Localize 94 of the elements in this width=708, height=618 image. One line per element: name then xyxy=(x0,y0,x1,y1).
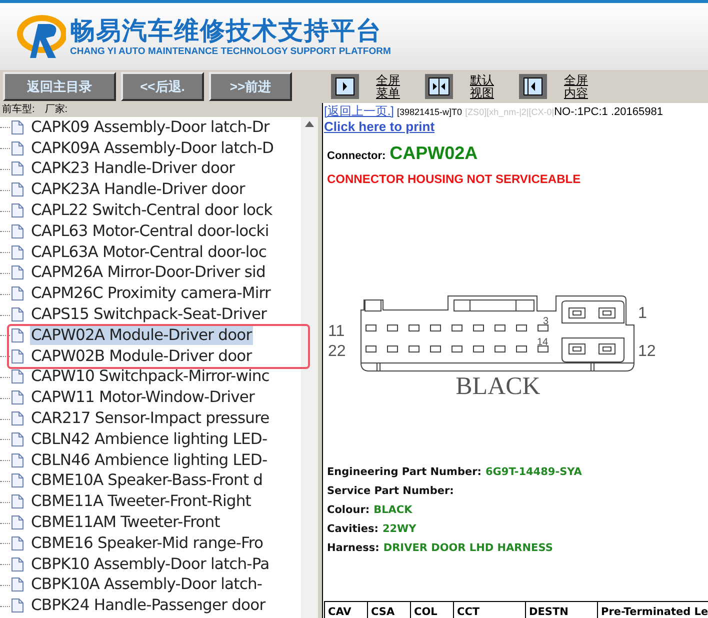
document-icon xyxy=(11,515,24,530)
document-icon xyxy=(11,598,24,614)
tree-item[interactable]: CAPK09 Assembly-Door latch-Dr xyxy=(30,118,270,137)
tree-item[interactable]: CBME16 Speaker-Mid range-Fro xyxy=(30,534,264,553)
pin-number: 12 xyxy=(638,343,656,360)
field-value: BLACK xyxy=(374,503,412,518)
panel-right-icon[interactable] xyxy=(330,73,360,100)
print-link[interactable]: Click here to print xyxy=(324,119,435,134)
column-header: Pre-Terminated Le xyxy=(598,602,708,618)
pin-number: 22 xyxy=(328,343,346,360)
tree-item[interactable]: CAPW10 Switchpack-Mirror-winc xyxy=(30,367,270,386)
platform-subtitle: CHANG YI AUTO MAINTENANCE TECHNOLOGY SUPPORT PLATFORM xyxy=(70,46,391,58)
column-header: COL xyxy=(411,602,454,618)
document-icon xyxy=(11,203,24,218)
document-icon xyxy=(11,556,24,572)
document-icon xyxy=(11,286,24,302)
document-icon xyxy=(11,182,24,198)
column-header: CAV xyxy=(325,602,368,618)
pin-number: 1 xyxy=(638,305,647,322)
connector-id: CAPW02A xyxy=(390,142,478,165)
document-icon xyxy=(11,369,24,384)
document-icon xyxy=(11,390,24,406)
field-value: 6G9T-14489-SYA xyxy=(485,465,582,480)
tree-item[interactable]: CAPL63 Motor-Central door-locki xyxy=(30,222,270,241)
tree-item[interactable]: CAPL63A Motor-Central door-loc xyxy=(30,242,268,262)
tree-item[interactable]: CBLN46 Ambience lighting LED- xyxy=(30,450,268,470)
tree-item[interactable]: CBME11A Tweeter-Front-Right xyxy=(30,492,252,512)
pin-number: 11 xyxy=(328,323,345,340)
connector-label: Connector: xyxy=(327,149,386,164)
view-toggle-link[interactable]: 全屏 内容 xyxy=(564,74,598,100)
field-label: Cavities: xyxy=(327,522,378,537)
tree-item[interactable]: CAPK09A Assembly-Door latch-D xyxy=(30,138,275,158)
tree-item[interactable]: CBLN42 Ambience lighting LED- xyxy=(30,430,268,449)
platform-title: 畅易汽车维修技术支持平台 xyxy=(70,16,383,46)
document-icon xyxy=(11,161,24,176)
column-header: CSA xyxy=(368,602,411,618)
field-value: 22WY xyxy=(382,522,416,537)
tree-item[interactable]: CAPL22 Switch-Central door lock xyxy=(30,201,274,220)
document-icon xyxy=(11,244,24,260)
pin-number: 3 xyxy=(543,316,549,327)
session-code: NO-:1PC:1 .20165981 xyxy=(554,105,663,120)
tree-item[interactable]: CAPW02A Module-Driver door xyxy=(30,326,253,345)
field-value: DRIVER DOOR LHD HARNESS xyxy=(383,541,553,556)
document-icon xyxy=(11,348,24,364)
document-icon xyxy=(11,307,24,322)
column-header: CCT xyxy=(454,602,526,618)
tree-item[interactable]: CAPK23 Handle-Driver door xyxy=(30,159,236,178)
back-link[interactable]: [返回上一页.] xyxy=(324,103,394,119)
column-header: DESTN xyxy=(526,602,598,618)
view-toggle-link[interactable]: 默认 视图 xyxy=(470,74,504,100)
tree-item[interactable]: CAPW02B Module-Driver door xyxy=(30,346,253,366)
document-icon xyxy=(11,411,24,426)
page-code: [39821415-w]T0 xyxy=(397,106,462,119)
view-toggle-link[interactable]: 全屏 菜单 xyxy=(376,74,410,100)
nav-button[interactable]: <<后退. xyxy=(121,72,204,101)
document-icon xyxy=(11,120,24,135)
tree-item[interactable]: CAPM26A Mirror-Door-Driver sid xyxy=(30,263,266,282)
tree-item[interactable]: CAR217 Sensor-Impact pressure xyxy=(30,409,270,428)
document-icon xyxy=(11,328,24,343)
document-icon xyxy=(11,577,24,592)
panels-inward-icon[interactable] xyxy=(424,73,454,100)
document-icon xyxy=(11,432,24,447)
pin-number: 14 xyxy=(537,337,548,348)
document-icon xyxy=(11,536,24,551)
scrollbar[interactable] xyxy=(301,117,318,618)
tree-item[interactable]: CAPW11 Motor-Window-Driver xyxy=(30,388,256,408)
debug-code: [ZS0][xh_nm-|2|[CX-0| xyxy=(465,106,554,119)
document-icon xyxy=(11,494,24,510)
tree-item[interactable]: CBME10A Speaker-Bass-Front d xyxy=(30,471,264,490)
tree-item[interactable]: CBPK10 Assembly-Door latch-Pa xyxy=(30,554,270,574)
tree-item[interactable]: CBPK24 Handle-Passenger door xyxy=(30,596,266,616)
panel-left-icon[interactable] xyxy=(518,73,548,100)
document-icon xyxy=(11,224,24,239)
model-label: 前车型: xyxy=(2,104,35,116)
housing-colour-label: BLACK xyxy=(456,373,540,400)
document-icon xyxy=(11,473,24,488)
scroll-up-icon[interactable] xyxy=(305,121,314,127)
document-icon xyxy=(11,265,24,280)
maker-label: 厂家: xyxy=(44,104,68,116)
tree-item[interactable]: CBME11AM Tweeter-Front xyxy=(30,513,221,532)
field-label: Colour: xyxy=(327,503,370,518)
tree-item[interactable]: CAPS15 Switchpack-Seat-Driver xyxy=(30,305,268,324)
tree-item[interactable]: CAPK23A Handle-Driver door xyxy=(30,180,246,200)
tree-item[interactable]: CAPM26C Proximity camera-Mirr xyxy=(30,284,272,304)
document-icon xyxy=(11,140,24,156)
nav-button[interactable]: 返回主目录 xyxy=(3,72,116,101)
nav-button[interactable]: >>前进 xyxy=(209,72,292,101)
field-label: Engineering Part Number: xyxy=(327,465,482,480)
document-icon xyxy=(11,452,24,468)
logo-icon xyxy=(16,14,66,60)
field-label: Harness: xyxy=(327,541,380,556)
field-label: Service Part Number: xyxy=(327,484,454,499)
tree-item[interactable]: CBPK10A Assembly-Door latch- xyxy=(30,575,264,594)
warning-text: CONNECTOR HOUSING NOT SERVICEABLE xyxy=(327,171,582,188)
